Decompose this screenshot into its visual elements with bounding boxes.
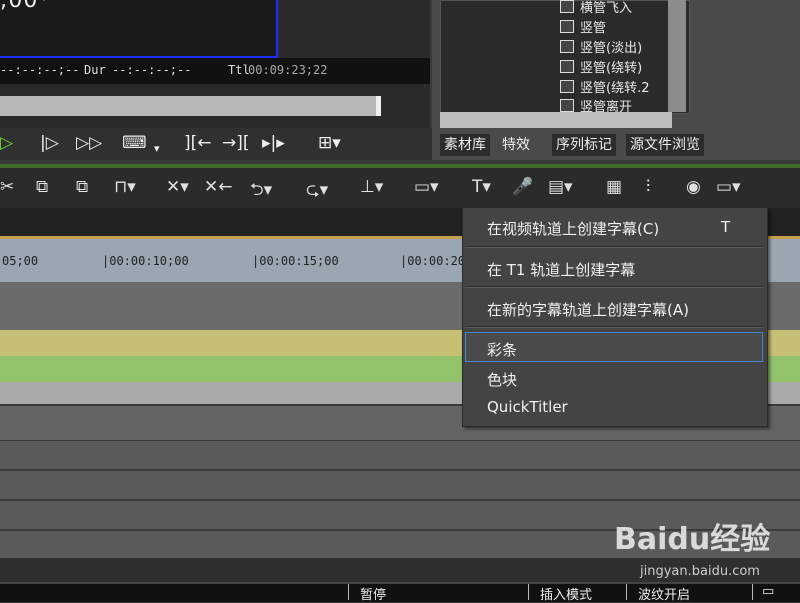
- folder-icon: [560, 0, 574, 13]
- transition-icon[interactable]: ▭▾: [414, 177, 439, 197]
- track[interactable]: [0, 470, 800, 499]
- group-icon[interactable]: ⊓▾: [114, 177, 136, 197]
- mixer-icon[interactable]: ⫶: [646, 177, 650, 197]
- ruler-label: |00:00:20: [400, 254, 466, 268]
- track[interactable]: [0, 440, 800, 469]
- folder-icon: [560, 98, 574, 112]
- folder-icon: [560, 19, 574, 33]
- color-icon[interactable]: ◉: [686, 177, 701, 197]
- list-item[interactable]: 竖管(绕转.2: [560, 76, 666, 96]
- tab-effects[interactable]: 特效: [498, 134, 534, 156]
- ripple-delete-icon[interactable]: ✕←: [204, 177, 233, 197]
- menu-item-shortcut: T: [721, 218, 731, 236]
- menu-item-color-matte[interactable]: 色块: [487, 369, 517, 390]
- status-pause: 暂停: [360, 588, 387, 603]
- tab-library[interactable]: 素材库: [440, 134, 490, 156]
- list-item[interactable]: 竖管(绕转): [560, 56, 642, 76]
- ruler-label: |00:00:15;00: [252, 254, 339, 268]
- status-separator: [348, 584, 349, 600]
- add-icon[interactable]: ⊞▾: [318, 133, 341, 153]
- mark-out-icon[interactable]: →][: [222, 133, 250, 153]
- cut-icon[interactable]: ✂: [0, 177, 14, 197]
- loop-icon[interactable]: ⌨: [122, 133, 147, 153]
- menu-item-color-bars[interactable]: 彩条: [487, 339, 517, 360]
- menu-item-create-on-video-track[interactable]: 在视频轨道上创建字幕(C): [487, 218, 659, 239]
- dur-label: Dur: [84, 63, 106, 77]
- folder-icon: [560, 59, 574, 73]
- play-icon[interactable]: ▷: [0, 133, 13, 153]
- trim-icon[interactable]: ⊥▾: [360, 177, 383, 197]
- list-item[interactable]: 竖管(淡出): [560, 36, 642, 56]
- delete-icon[interactable]: ✕▾: [166, 177, 189, 197]
- grid-icon[interactable]: ▦: [606, 177, 622, 197]
- preview-timecode: ;00* ": [0, 0, 70, 13]
- vertical-scrollbar[interactable]: [668, 0, 686, 112]
- window-icon[interactable]: ▭▾: [716, 177, 741, 197]
- baidu-watermark: Baidu经验: [614, 522, 771, 557]
- ttl-label: Ttl: [228, 63, 250, 77]
- watermark-url: jingyan.baidu.com: [640, 564, 760, 579]
- title-dropdown-menu: 在视频轨道上创建字幕(C) T 在 T1 轨道上创建字幕 在新的字幕轨道上创建字…: [462, 207, 768, 427]
- folder-icon: [560, 39, 574, 53]
- ttl-value: 00:09:23;22: [248, 63, 328, 77]
- menu-separator: [465, 246, 763, 248]
- ruler-label: |00:00:10;00: [102, 254, 189, 268]
- render-icon[interactable]: ▤▾: [548, 177, 573, 197]
- dur-value: --:--:--;--: [112, 63, 192, 77]
- menu-separator: [465, 286, 763, 288]
- title-icon[interactable]: T▾: [472, 177, 491, 197]
- menu-separator: [465, 326, 763, 328]
- list-item[interactable]: 横管飞入: [560, 0, 632, 16]
- tab-sequence-markers[interactable]: 序列标记: [552, 134, 616, 156]
- fast-forward-icon[interactable]: ▷▷: [76, 133, 102, 153]
- transport-bar: [0, 128, 432, 160]
- menu-item-quicktitler[interactable]: QuickTitler: [487, 398, 568, 416]
- redo-icon[interactable]: ⮎▾: [306, 177, 328, 206]
- chevron-down-icon[interactable]: ▾: [154, 142, 160, 155]
- paste-icon[interactable]: ⧉: [76, 177, 88, 197]
- status-wave[interactable]: 波纹开启: [638, 584, 690, 603]
- video-preview: ;00* ": [0, 0, 278, 58]
- mic-icon[interactable]: 🎤: [512, 177, 533, 197]
- tab-source-browser[interactable]: 源文件浏览: [626, 134, 704, 156]
- status-insert-mode[interactable]: 插入模式: [540, 584, 592, 603]
- status-separator: [528, 584, 529, 600]
- undo-icon[interactable]: ⮌▾: [250, 177, 272, 206]
- list-item[interactable]: 竖管: [560, 16, 606, 36]
- split-icon[interactable]: ▸|▸: [262, 133, 285, 153]
- status-separator: [626, 584, 627, 600]
- window-icon[interactable]: ▭: [762, 584, 774, 599]
- menu-item-create-on-t1[interactable]: 在 T1 轨道上创建字幕: [487, 259, 635, 280]
- status-separator: [752, 584, 753, 600]
- mark-in-icon[interactable]: ][←: [184, 133, 212, 153]
- preview-scrubber[interactable]: [0, 96, 381, 116]
- folder-icon: [560, 79, 574, 93]
- copy-icon[interactable]: ⧉: [36, 177, 48, 197]
- horizontal-scrollbar[interactable]: [440, 112, 672, 128]
- ruler-label: 05;00: [2, 254, 39, 268]
- menu-item-create-on-new-track[interactable]: 在新的字幕轨道上创建字幕(A): [487, 299, 689, 320]
- in-timecode: --:--:--;--: [0, 63, 80, 77]
- step-forward-icon[interactable]: |▷: [40, 133, 59, 153]
